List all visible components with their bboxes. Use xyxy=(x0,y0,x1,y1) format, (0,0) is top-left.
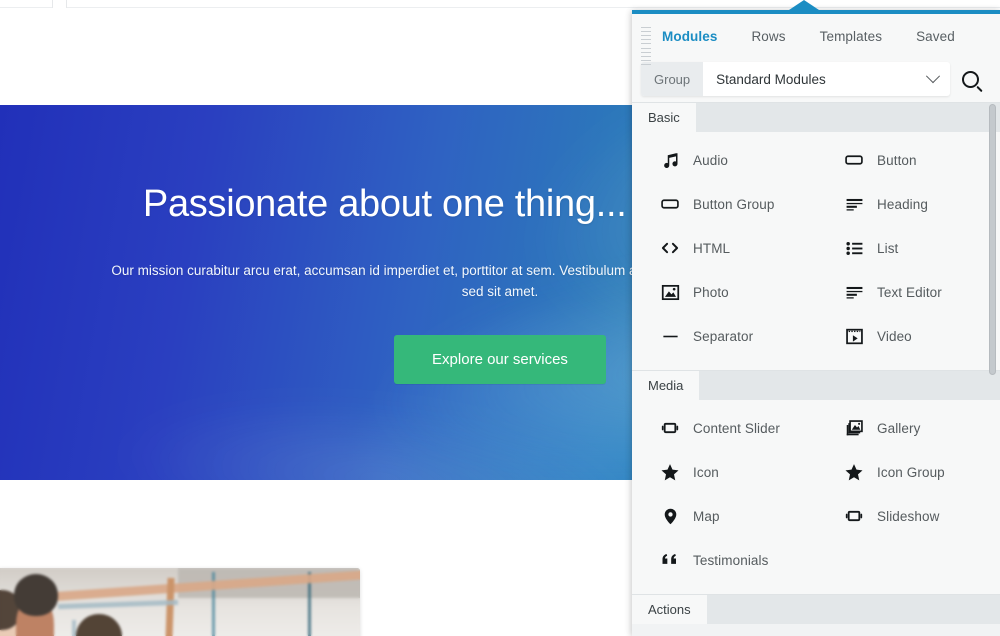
module-testimonials[interactable]: Testimonials xyxy=(632,538,816,582)
star-icon xyxy=(659,461,681,483)
module-label: Gallery xyxy=(877,420,921,436)
module-grid-basic: Audio Button Button Group Heading HTML L… xyxy=(632,138,1000,358)
module-separator[interactable]: Separator xyxy=(632,314,816,358)
module-list[interactable]: Basic Audio Button Button Group Heading … xyxy=(632,102,1000,636)
chevron-down-icon xyxy=(925,69,941,84)
module-audio[interactable]: Audio xyxy=(632,138,816,182)
tab-templates[interactable]: Templates xyxy=(820,29,882,44)
section-label-actions: Actions xyxy=(632,595,707,624)
panel-searchbar: Group Standard Modules xyxy=(632,59,1000,99)
hero-decoration xyxy=(113,378,647,480)
module-label: Testimonials xyxy=(693,552,769,568)
video-icon xyxy=(843,325,865,347)
screen: Passionate about one thing... Your succe… xyxy=(0,0,1000,636)
explore-services-button[interactable]: Explore our services xyxy=(394,334,606,384)
tab-saved[interactable]: Saved xyxy=(916,29,955,44)
map-pin-icon xyxy=(659,505,681,527)
module-label: Button xyxy=(877,152,917,168)
module-label: List xyxy=(877,240,899,256)
browser-divider xyxy=(0,7,1000,8)
module-text-editor[interactable]: Text Editor xyxy=(816,270,1000,314)
module-slideshow[interactable]: Slideshow xyxy=(816,494,1000,538)
star-icon xyxy=(843,461,865,483)
audio-icon xyxy=(659,149,681,171)
module-label: Video xyxy=(877,328,912,344)
module-content-slider[interactable]: Content Slider xyxy=(632,406,816,450)
module-label: Separator xyxy=(693,328,754,344)
panel-header: Modules Rows Templates Saved Group Stand… xyxy=(632,14,1000,102)
module-label: Button Group xyxy=(693,196,775,212)
separator-icon xyxy=(659,325,681,347)
drag-handle-icon[interactable] xyxy=(641,27,651,65)
tab-modules[interactable]: Modules xyxy=(662,29,717,44)
section-body-basic: Audio Button Button Group Heading HTML L… xyxy=(632,132,1000,370)
heading-icon xyxy=(843,193,865,215)
section-body-media: Content Slider Gallery Icon Icon Group M… xyxy=(632,400,1000,594)
gallery-icon xyxy=(843,417,865,439)
module-heading[interactable]: Heading xyxy=(816,182,1000,226)
panel-pointer-arrow xyxy=(786,0,822,12)
html-icon xyxy=(659,237,681,259)
browser-tab-notch xyxy=(52,0,67,8)
module-html[interactable]: HTML xyxy=(632,226,816,270)
section-label-basic: Basic xyxy=(632,103,696,132)
module-photo[interactable]: Photo xyxy=(632,270,816,314)
vertical-scrollbar[interactable] xyxy=(989,104,996,375)
module-button-group[interactable]: Button Group xyxy=(632,182,816,226)
search-icon xyxy=(961,70,979,88)
module-label: Text Editor xyxy=(877,284,942,300)
module-map[interactable]: Map xyxy=(632,494,816,538)
module-button[interactable]: Button xyxy=(816,138,1000,182)
list-icon xyxy=(843,237,865,259)
module-label: HTML xyxy=(693,240,731,256)
module-label: Photo xyxy=(693,284,729,300)
team-photo xyxy=(0,568,360,636)
module-label: Icon xyxy=(693,464,719,480)
module-label: Content Slider xyxy=(693,420,780,436)
tab-rows[interactable]: Rows xyxy=(751,29,785,44)
module-icon[interactable]: Icon xyxy=(632,450,816,494)
module-video[interactable]: Video xyxy=(816,314,1000,358)
quote-icon xyxy=(659,549,681,571)
button-group-icon xyxy=(659,193,681,215)
module-list[interactable]: List xyxy=(816,226,1000,270)
photo-blur-overlay xyxy=(0,568,360,636)
group-select[interactable]: Standard Modules xyxy=(703,69,950,87)
module-icon-group[interactable]: Icon Group xyxy=(816,450,1000,494)
module-label: Slideshow xyxy=(877,508,940,524)
search-button[interactable] xyxy=(950,62,990,96)
panel-tabs: Modules Rows Templates Saved xyxy=(632,14,1000,59)
module-grid-media: Content Slider Gallery Icon Icon Group M… xyxy=(632,406,1000,582)
module-gallery[interactable]: Gallery xyxy=(816,406,1000,450)
builder-panel: Modules Rows Templates Saved Group Stand… xyxy=(632,10,1000,636)
section-header-actions[interactable]: Actions xyxy=(632,594,1000,624)
module-label: Audio xyxy=(693,152,729,168)
section-header-basic[interactable]: Basic xyxy=(632,102,1000,132)
module-label: Map xyxy=(693,508,720,524)
module-label: Icon Group xyxy=(877,464,945,480)
slideshow-icon xyxy=(843,505,865,527)
module-label: Heading xyxy=(877,196,928,212)
photo-icon xyxy=(659,281,681,303)
group-filter-field: Group Standard Modules xyxy=(641,62,950,96)
section-label-media: Media xyxy=(632,371,700,400)
button-icon xyxy=(843,149,865,171)
group-button[interactable]: Group xyxy=(641,62,704,96)
text-editor-icon xyxy=(843,281,865,303)
content-slider-icon xyxy=(659,417,681,439)
group-select-value: Standard Modules xyxy=(716,71,826,87)
section-header-media[interactable]: Media xyxy=(632,370,1000,400)
